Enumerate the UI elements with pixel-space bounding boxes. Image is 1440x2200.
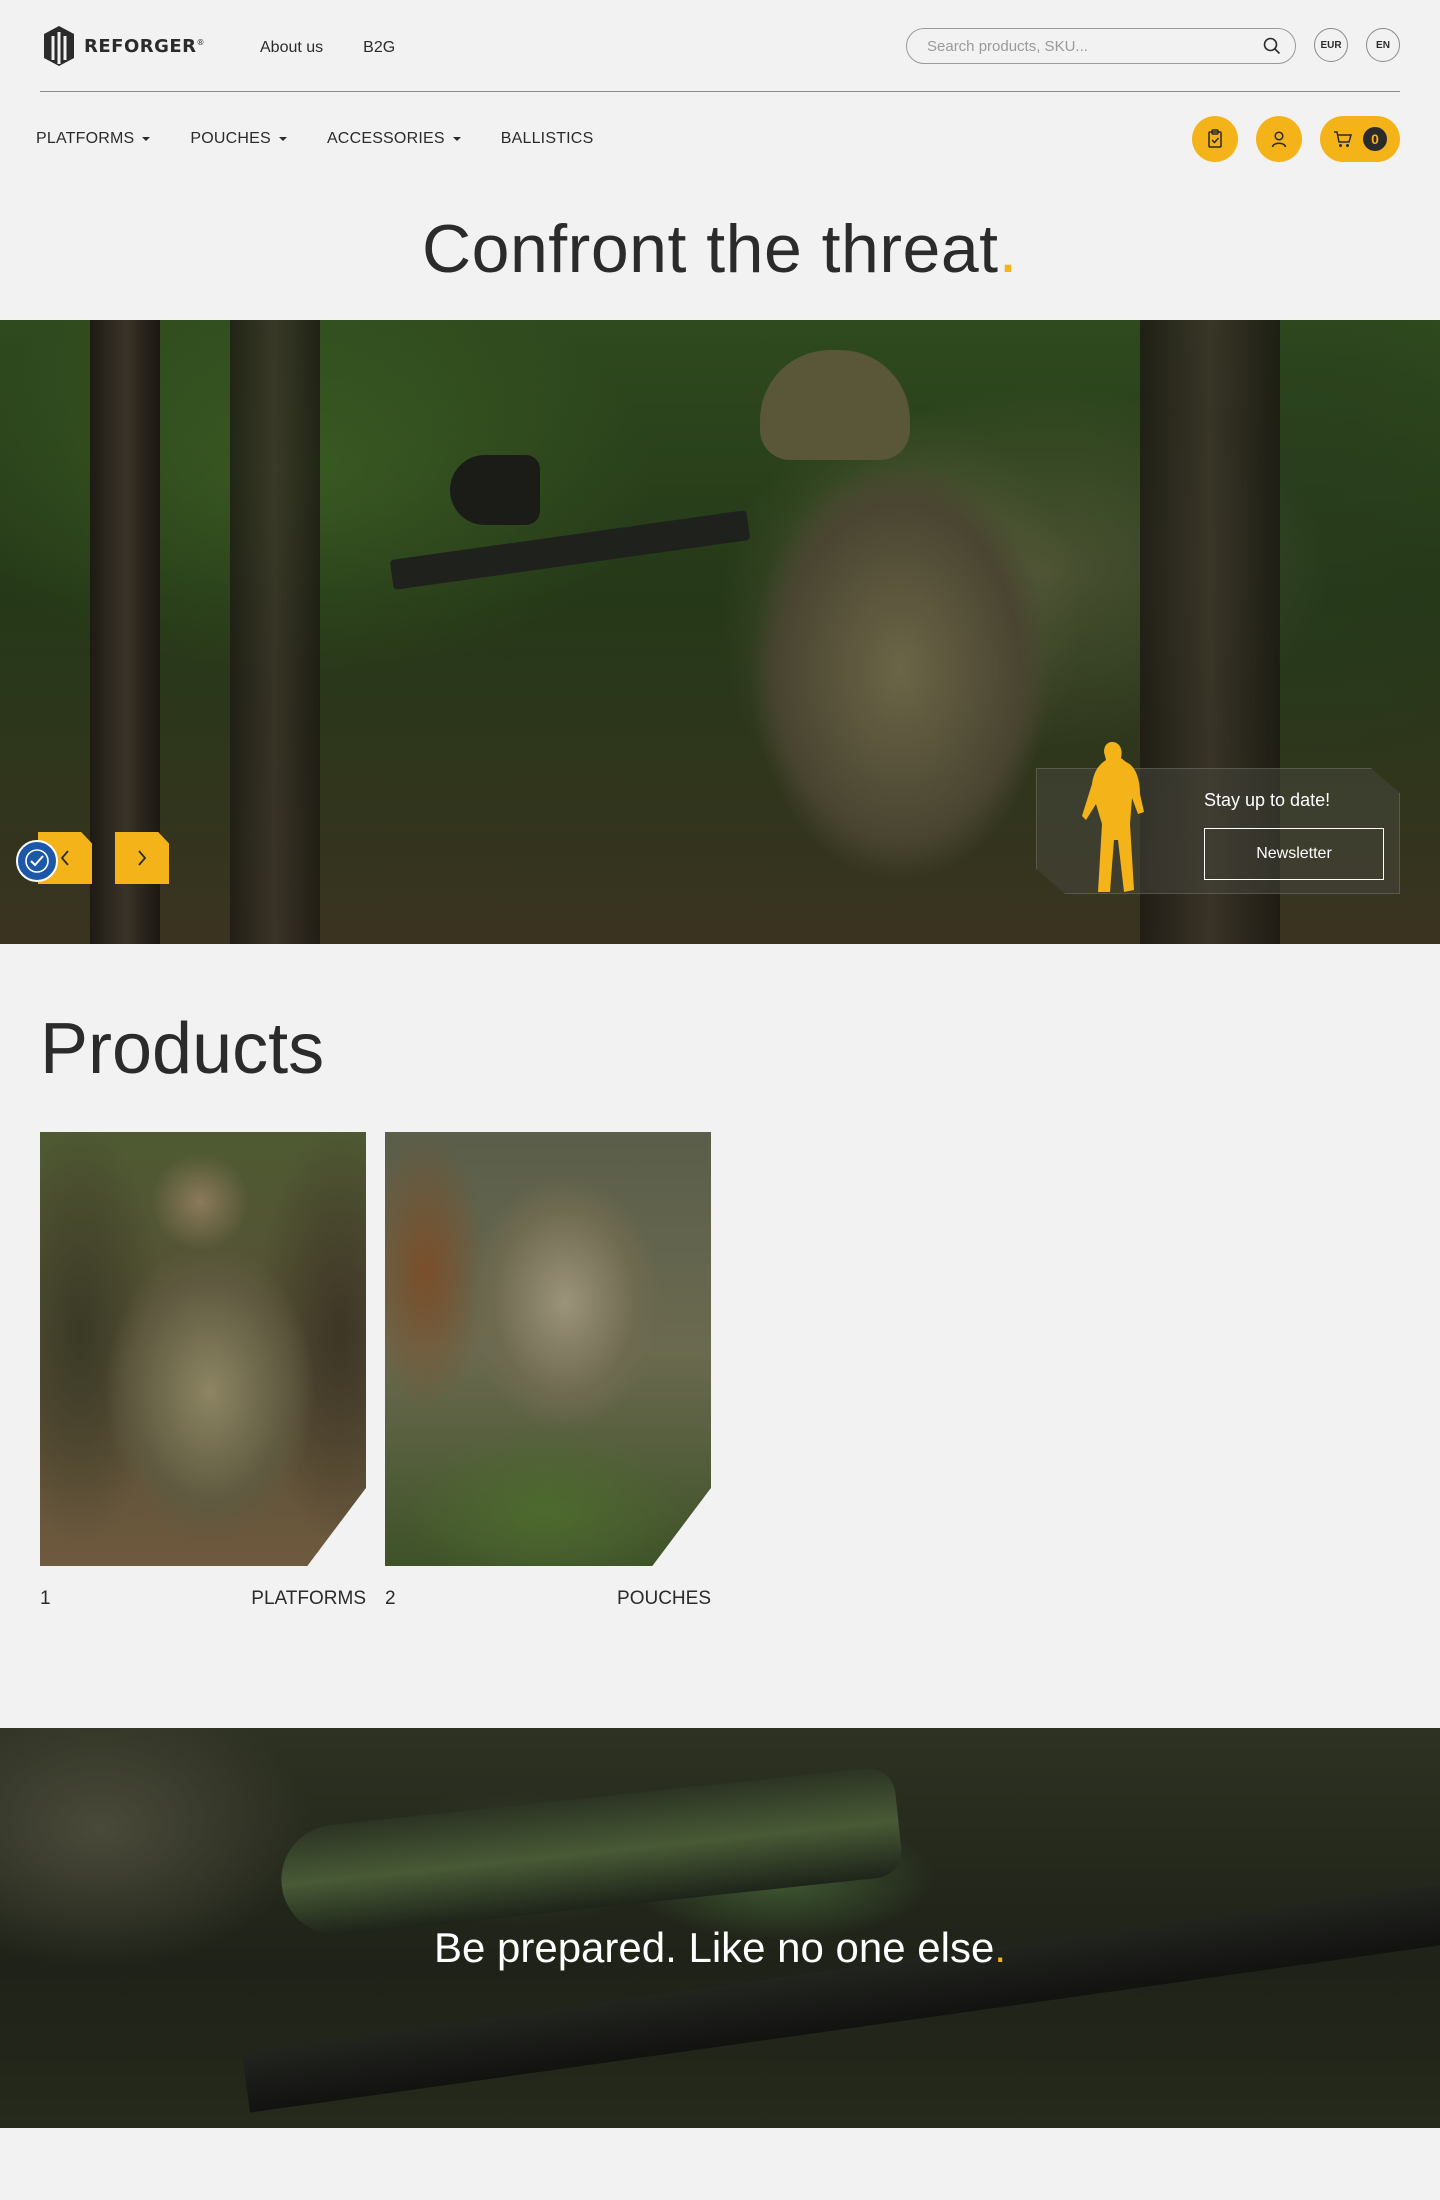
- about-us-link[interactable]: About us: [260, 39, 323, 57]
- user-icon: [1271, 131, 1287, 148]
- cart-count-badge: 0: [1363, 127, 1387, 151]
- nav-item-pouches[interactable]: POUCHES: [190, 130, 287, 148]
- cart-button[interactable]: 0: [1320, 116, 1400, 162]
- cart-icon: [1334, 131, 1352, 147]
- product-card-label[interactable]: POUCHES: [617, 1588, 711, 1610]
- top-header: REFORGER® About us B2G EUR EN: [40, 22, 1400, 92]
- product-card-number: 1: [40, 1588, 51, 1609]
- banner-tagline: Be prepared. Like no one else.: [433, 1924, 1007, 1971]
- nav-item-label: BALLISTICS: [500, 130, 594, 147]
- search-icon[interactable]: [1263, 37, 1281, 55]
- b2g-link[interactable]: B2G: [363, 39, 395, 57]
- search-input[interactable]: [927, 37, 1263, 55]
- nav-item-accessories[interactable]: ACCESSORIES: [327, 130, 461, 148]
- chevron-right-icon: [138, 850, 147, 866]
- logo[interactable]: REFORGER®: [40, 24, 205, 68]
- nav-item-platforms[interactable]: PLATFORMS: [36, 130, 151, 148]
- wishlist-button[interactable]: [1192, 116, 1238, 162]
- nav-item-label: ACCESSORIES: [326, 130, 445, 147]
- account-button[interactable]: [1256, 116, 1302, 162]
- caret-down-icon: [278, 137, 287, 141]
- product-card-meta: 1 PLATFORMS: [40, 1588, 366, 1610]
- product-card-label[interactable]: PLATFORMS: [251, 1588, 366, 1610]
- product-card-pouches[interactable]: 2 POUCHES: [385, 1132, 711, 1610]
- chevron-left-icon: [60, 850, 69, 866]
- nav-item-label: POUCHES: [190, 130, 271, 147]
- product-card-image[interactable]: [385, 1132, 711, 1566]
- nav-item-ballistics[interactable]: BALLISTICS: [501, 130, 594, 148]
- tree-trunk: [230, 320, 320, 944]
- rifle-scope: [450, 455, 540, 525]
- caret-down-icon: [142, 137, 151, 141]
- product-card-platforms[interactable]: 1 PLATFORMS: [40, 1132, 366, 1610]
- products-title: Products: [40, 1009, 325, 1089]
- newsletter-text: Stay up to date!: [1204, 790, 1331, 810]
- accessibility-button[interactable]: [16, 840, 58, 882]
- accessibility-icon: [25, 849, 49, 873]
- currency-button[interactable]: EUR: [1314, 28, 1348, 62]
- top-links: About us B2G: [260, 39, 395, 57]
- logo-text: REFORGER®: [84, 35, 206, 57]
- slide-next-button[interactable]: [115, 832, 169, 884]
- language-button[interactable]: EN: [1366, 28, 1400, 62]
- hero-title: Confront the threat.: [422, 211, 1018, 287]
- clipboard-icon: [1208, 129, 1222, 148]
- product-card-meta: 2 POUCHES: [385, 1588, 711, 1610]
- main-nav: PLATFORMS POUCHES ACCESSORIES BALLISTICS: [36, 130, 593, 148]
- product-card-number: 2: [385, 1588, 396, 1609]
- product-card-image[interactable]: [40, 1132, 366, 1566]
- search-bar[interactable]: [906, 28, 1296, 64]
- newsletter-button[interactable]: Newsletter: [1204, 828, 1384, 880]
- nav-item-label: PLATFORMS: [36, 130, 135, 147]
- logo-icon: [44, 26, 74, 66]
- caret-down-icon: [452, 137, 461, 141]
- rifle-scope: [275, 1765, 905, 1941]
- rifle: [389, 510, 751, 590]
- soldier-silhouette-icon: [1082, 742, 1144, 892]
